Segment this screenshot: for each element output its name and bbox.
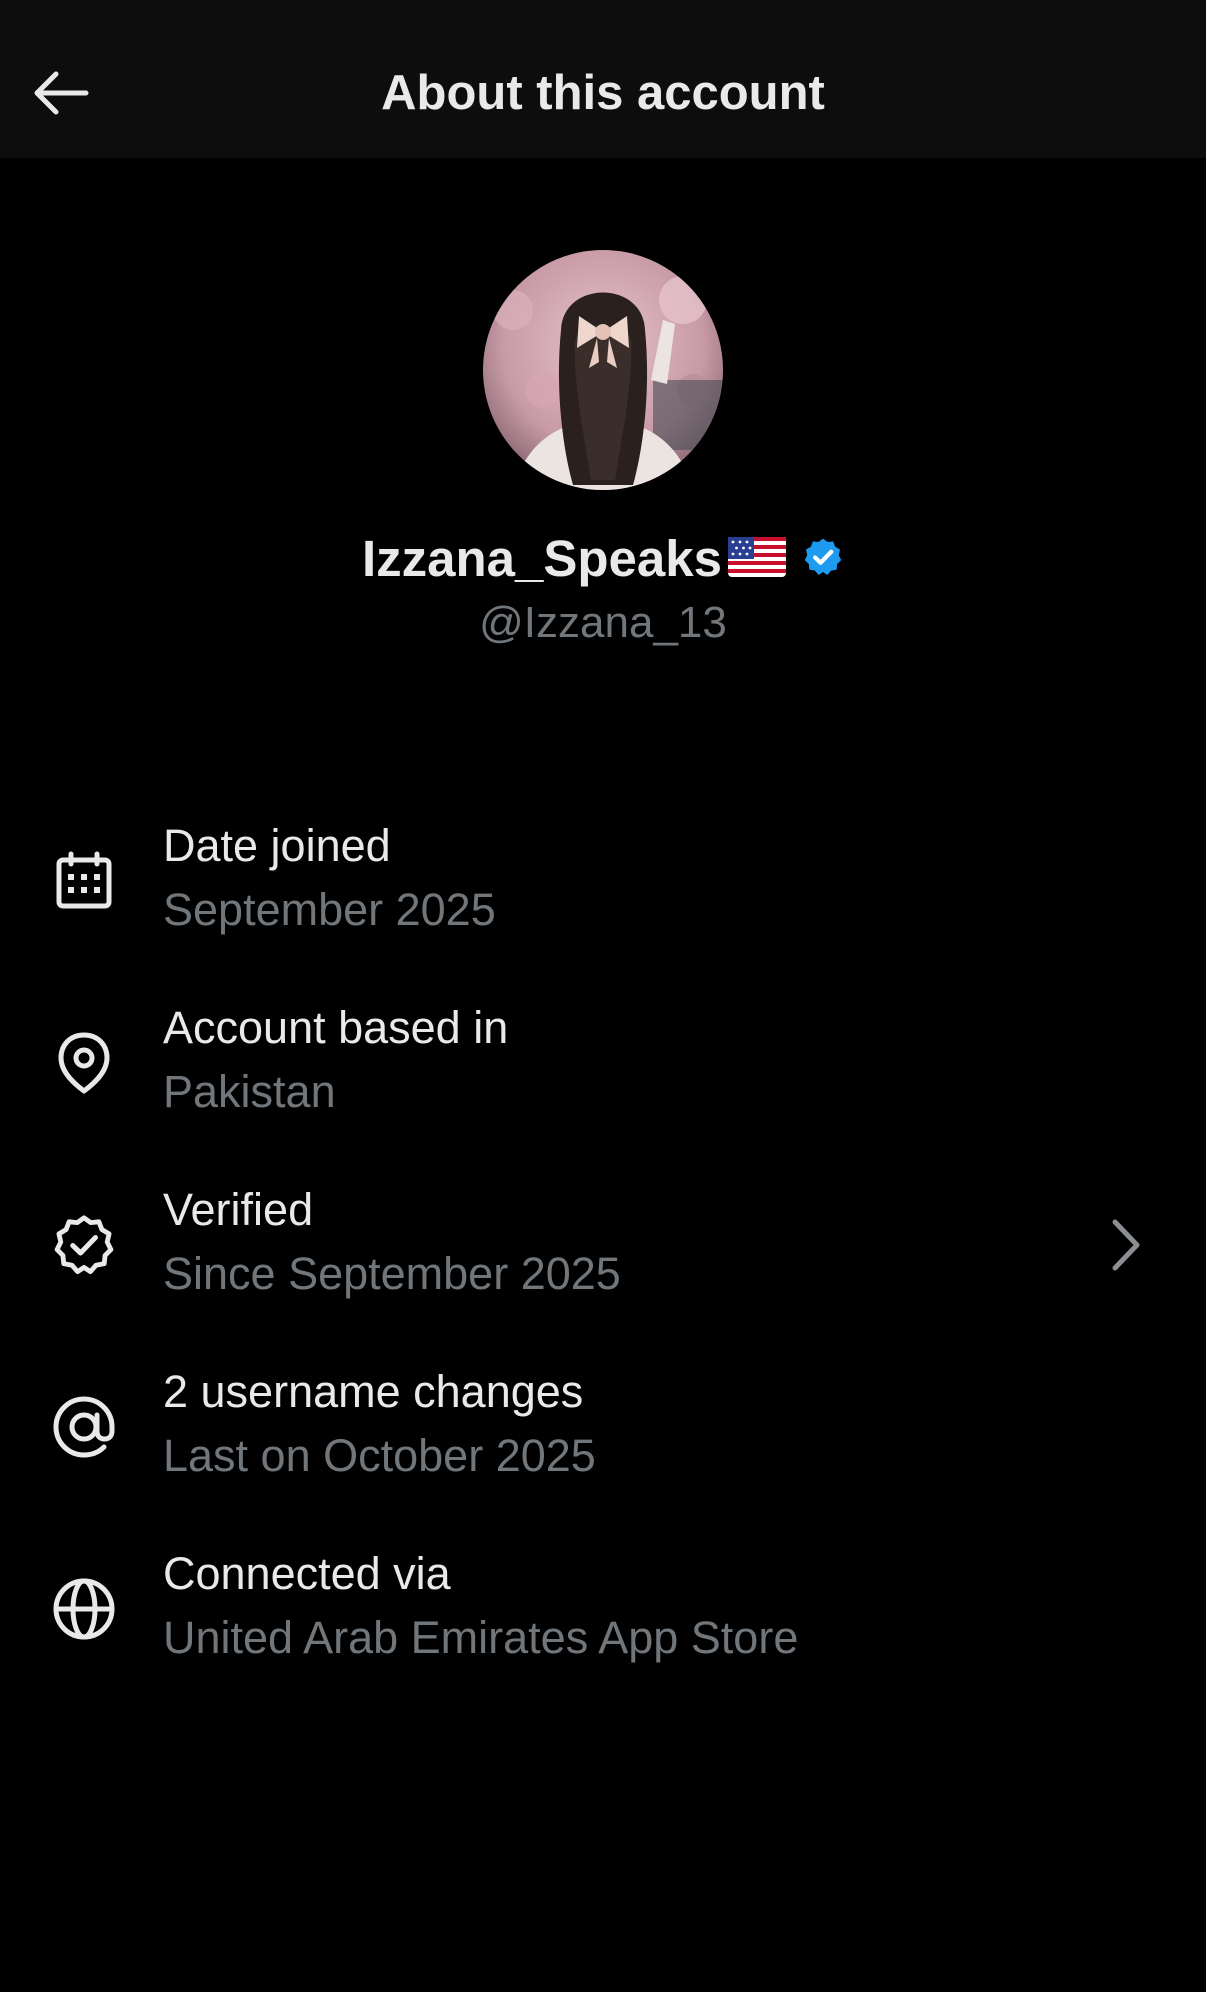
username-handle: @Izzana_13 bbox=[479, 598, 727, 647]
detail-title: Connected via bbox=[163, 1548, 451, 1599]
detail-title: 2 username changes bbox=[163, 1366, 584, 1417]
at-sign-icon bbox=[52, 1395, 116, 1459]
detail-row-date-joined: Date joined September 2025 bbox=[0, 806, 1206, 956]
page-title: About this account bbox=[381, 66, 825, 120]
profile-name-row: Izzana_Speaks bbox=[0, 528, 1206, 590]
detail-row-account-location: Account based in Pakistan bbox=[0, 988, 1206, 1138]
detail-title: Account based in bbox=[163, 1002, 509, 1053]
detail-value: United Arab Emirates App Store bbox=[163, 1612, 799, 1663]
verified-badge-icon[interactable] bbox=[802, 536, 844, 583]
detail-row-verified[interactable]: Verified Since September 2025 bbox=[0, 1170, 1206, 1320]
globe-icon bbox=[52, 1577, 116, 1641]
detail-value: September 2025 bbox=[163, 884, 496, 935]
calendar-icon bbox=[52, 849, 116, 913]
detail-row-connected-via: Connected via United Arab Emirates App S… bbox=[0, 1534, 1206, 1684]
avatar[interactable] bbox=[483, 250, 723, 490]
detail-row-username-changes: 2 username changes Last on October 2025 bbox=[0, 1352, 1206, 1502]
detail-value: Last on October 2025 bbox=[163, 1430, 596, 1481]
profile-photo bbox=[483, 250, 723, 490]
detail-title: Verified bbox=[163, 1184, 314, 1235]
top-app-bar: About this account bbox=[0, 0, 1206, 158]
detail-title: Date joined bbox=[163, 820, 391, 871]
detail-value: Since September 2025 bbox=[163, 1248, 621, 1299]
location-pin-icon bbox=[52, 1031, 116, 1095]
detail-value: Pakistan bbox=[163, 1066, 336, 1117]
display-name: Izzana_Speaks bbox=[361, 530, 723, 587]
us-flag-icon bbox=[728, 536, 787, 582]
verified-check-icon bbox=[52, 1213, 116, 1277]
chevron-right-icon[interactable] bbox=[1106, 1215, 1146, 1275]
